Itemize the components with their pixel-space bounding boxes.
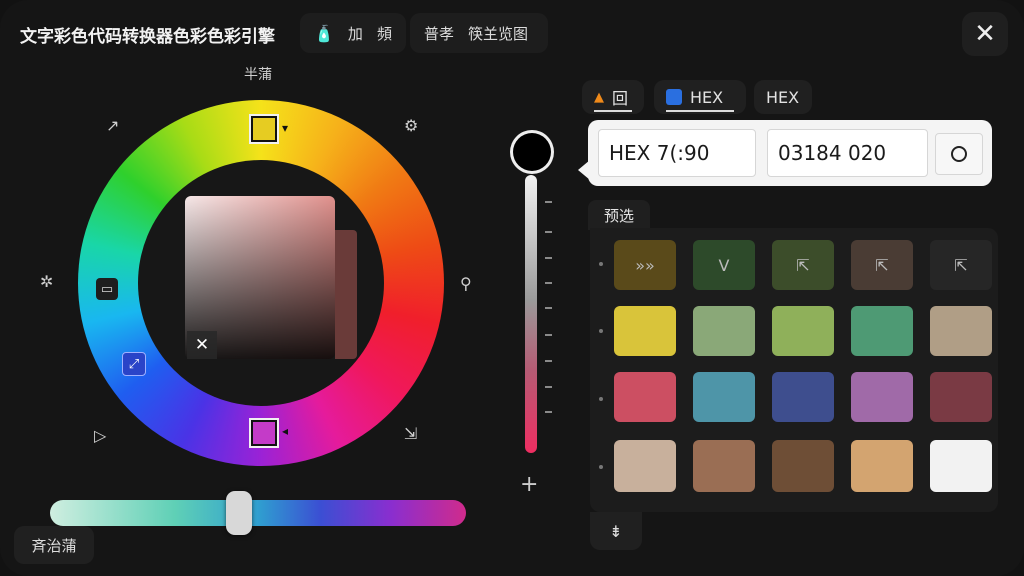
magic-wand-icon[interactable]: ✲ (40, 272, 53, 291)
value-slider-track[interactable] (525, 175, 537, 453)
hue-handle-bottom[interactable] (251, 420, 277, 446)
preset-swatch[interactable] (693, 372, 755, 422)
row-indicator (599, 329, 603, 333)
presets-label: 预选 (603, 206, 634, 225)
slider-tick (545, 231, 552, 233)
toolbar-chip-add[interactable]: 🧴 加 頻 (300, 13, 406, 53)
tab-hex-secondary-label: HEX (766, 87, 800, 107)
close-button[interactable]: ✕ (962, 12, 1008, 56)
swatch-glyph: ⇱ (954, 255, 968, 275)
hex-input-value: HEX 7(:90 (609, 141, 710, 165)
chip-view-label-a: 普孝 (424, 24, 455, 43)
preset-swatch[interactable] (930, 306, 992, 356)
preset-swatch[interactable] (851, 440, 913, 492)
preset-swatch[interactable] (930, 372, 992, 422)
row-indicator (599, 465, 603, 469)
hex-input-field[interactable]: HEX 7(:90 (598, 129, 756, 177)
close-icon: ✕ (194, 335, 210, 355)
play-icon[interactable]: ▷ (94, 426, 106, 445)
presets-tab[interactable]: 预选 (588, 200, 650, 230)
circle-icon (951, 146, 967, 162)
preset-swatch[interactable] (772, 440, 834, 492)
pen-icon[interactable]: ↗ (106, 116, 119, 135)
gradient-slider-handle[interactable] (226, 491, 252, 535)
blue-square-icon (666, 89, 682, 105)
tab-hex-secondary[interactable]: HEX (754, 80, 812, 114)
tab-round[interactable]: ▲ 回 (582, 80, 644, 114)
swatch-glyph: ⇱ (796, 255, 810, 275)
swatch-glyph: »» (635, 255, 655, 275)
share-icon[interactable]: ⇲ (404, 424, 417, 443)
wheel-top-label: 半蒲 (244, 67, 272, 83)
folder-icon[interactable]: ▭ (96, 278, 118, 300)
chip-view-label-b: 筷𦍌览图 (468, 24, 529, 43)
app-title: 文字彩色代码转换器色彩色彩引擎 (20, 27, 275, 47)
preset-swatch[interactable]: V (693, 240, 755, 290)
settings-icon[interactable]: ⚙ (404, 116, 418, 135)
preset-swatch[interactable] (930, 440, 992, 492)
preset-swatch[interactable]: ⇱ (930, 240, 992, 290)
reset-button[interactable]: 斉治蒲 (14, 526, 94, 564)
more-presets-button[interactable]: ⇟ (590, 512, 642, 550)
slider-tick (545, 201, 552, 203)
preset-swatch[interactable]: ⇱ (772, 240, 834, 290)
slider-tick (545, 307, 552, 309)
current-color-swatch[interactable] (513, 133, 551, 171)
search-icon[interactable]: ⚲ (460, 274, 472, 293)
slider-tick (545, 411, 552, 413)
row-indicator (599, 262, 603, 266)
resize-icon[interactable]: ⤢ (122, 352, 146, 376)
gradient-slider-track[interactable] (50, 500, 466, 526)
expand-icon: ⇟ (609, 521, 623, 541)
chip-add-label: 加 (347, 24, 363, 43)
preset-swatch[interactable]: »» (614, 240, 676, 290)
preset-swatch[interactable] (772, 306, 834, 356)
color-code-value: 03184 020 (778, 141, 887, 165)
paint-bucket-icon: 🧴 (314, 23, 334, 43)
preset-swatch[interactable]: ⇱ (851, 240, 913, 290)
swatch-glyph: V (718, 255, 730, 275)
slider-tick (545, 282, 552, 284)
swatch-glyph: ⇱ (875, 255, 889, 275)
pointer-icon: ▾ (282, 121, 289, 135)
app-window: 文字彩色代码转换器色彩色彩引擎 🧴 加 頻 普孝 筷𦍌览图 ✕ 半蒲 ✕ ▾ ◂… (0, 0, 1024, 576)
tab-round-label: 回 (612, 89, 629, 108)
preset-swatch[interactable] (614, 372, 676, 422)
reset-button-label: 斉治蒲 (31, 536, 77, 555)
preset-swatch[interactable] (614, 440, 676, 492)
flame-icon: ▲ (594, 89, 604, 105)
tab-hex-primary[interactable]: HEX (654, 80, 746, 114)
toolbar-chip-view[interactable]: 普孝 筷𦍌览图 (410, 13, 548, 53)
preset-swatch[interactable] (693, 306, 755, 356)
pointer-icon: ◂ (282, 424, 289, 438)
row-indicator (599, 397, 603, 401)
preset-swatch[interactable] (851, 306, 913, 356)
add-value-icon[interactable]: + (520, 472, 538, 497)
reset-color-button[interactable]: ✕ (187, 331, 217, 359)
preset-swatch[interactable] (772, 372, 834, 422)
saturation-square-edge (335, 230, 357, 359)
close-icon: ✕ (974, 19, 996, 49)
preset-swatch[interactable] (614, 306, 676, 356)
preset-swatch[interactable] (851, 372, 913, 422)
slider-tick (545, 334, 552, 336)
slider-tick (545, 360, 552, 362)
slider-tick (545, 386, 552, 388)
chip-frequency-label: 頻 (376, 24, 392, 43)
eyedropper-button[interactable] (935, 133, 983, 175)
hue-handle-top[interactable] (251, 116, 277, 142)
preset-swatch[interactable] (693, 440, 755, 492)
tab-hex-primary-label: HEX (690, 87, 724, 107)
slider-tick (545, 257, 552, 259)
color-code-field[interactable]: 03184 020 (767, 129, 928, 177)
